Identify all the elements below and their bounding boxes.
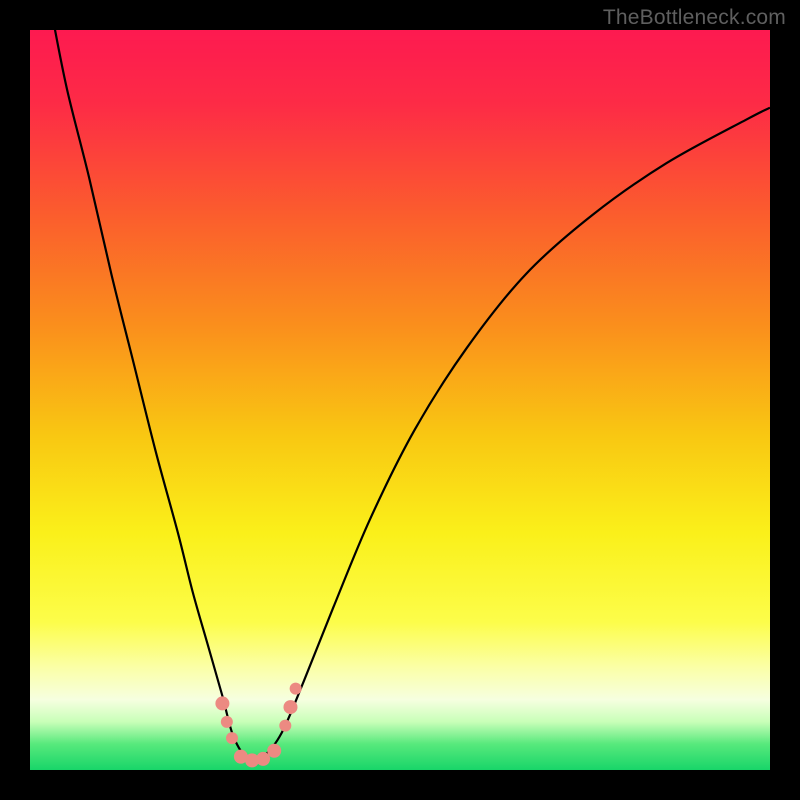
gradient-background — [30, 30, 770, 770]
data-marker — [221, 716, 233, 728]
data-marker — [290, 683, 302, 695]
data-marker — [279, 720, 291, 732]
chart-svg — [30, 30, 770, 770]
data-marker — [215, 696, 229, 710]
watermark-text: TheBottleneck.com — [603, 6, 786, 30]
data-marker — [226, 732, 238, 744]
data-marker — [283, 700, 297, 714]
chart-frame: TheBottleneck.com — [0, 0, 800, 800]
data-marker — [267, 744, 281, 758]
plot-area — [30, 30, 770, 770]
